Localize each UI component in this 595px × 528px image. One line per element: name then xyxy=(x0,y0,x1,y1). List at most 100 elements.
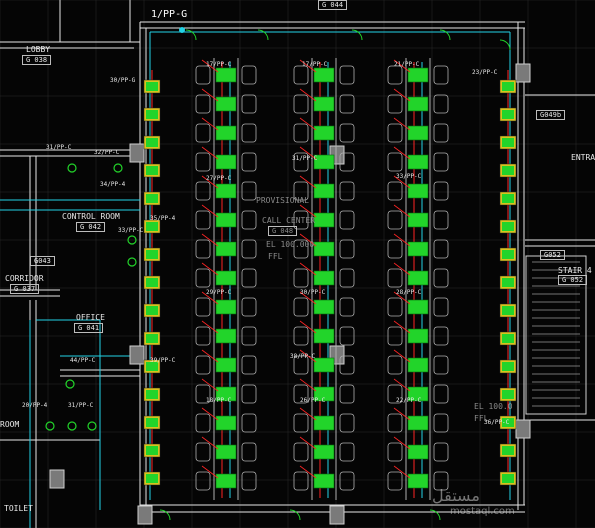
wall-outlet-face xyxy=(146,138,158,147)
desk-chair xyxy=(195,94,211,114)
level-center-line1: EL 100.000 xyxy=(266,240,315,249)
receptacle-symbol xyxy=(113,163,123,173)
g049b-tag: G049b xyxy=(536,110,566,120)
structural-column xyxy=(137,505,153,525)
floor-box-outlet xyxy=(313,67,335,83)
wall-outlet-face xyxy=(146,166,158,175)
wall-outlet-face xyxy=(146,306,158,315)
floor-box-outlet xyxy=(313,444,335,460)
wall-outlet-face xyxy=(502,278,514,287)
circuit-label: 23/PP-C xyxy=(472,69,498,76)
desk-chair xyxy=(433,442,449,462)
desk-chair xyxy=(241,471,257,491)
circuit-label: 20/PP-4 xyxy=(22,402,48,409)
floor-box-outlet xyxy=(313,270,335,286)
floor-box-outlet xyxy=(407,415,429,431)
desk-chair xyxy=(293,94,309,114)
structural-column xyxy=(129,345,145,365)
desk-chair xyxy=(387,413,403,433)
corridor-room-code: G 037 xyxy=(10,284,40,294)
floor-box-outlet xyxy=(313,415,335,431)
cad-floor-plan: 1/PP-G G 044 LOBBY G 038 CONTROL ROOM G … xyxy=(0,0,595,528)
desk-chair xyxy=(293,471,309,491)
desk-chair xyxy=(241,152,257,172)
circuit-label: 18/PP-C xyxy=(206,397,232,404)
desk-chair xyxy=(195,268,211,288)
floor-box-outlet xyxy=(313,125,335,141)
circuit-label: 32/PP-C xyxy=(94,149,120,156)
room-left-name: ROOM xyxy=(0,420,20,429)
floor-box-outlet xyxy=(407,444,429,460)
desk-chair xyxy=(241,210,257,230)
receptacle-symbol xyxy=(87,421,97,431)
floor-box-outlet xyxy=(215,67,237,83)
floor-plan-drawing xyxy=(0,0,595,528)
floor-box-outlet xyxy=(407,299,429,315)
desk-chair xyxy=(195,413,211,433)
wall-outlet-face xyxy=(146,446,158,455)
floor-box-outlet xyxy=(407,67,429,83)
wall-outlet-face xyxy=(146,334,158,343)
desk-chair xyxy=(433,210,449,230)
desk-chair xyxy=(195,123,211,143)
floor-box-outlet xyxy=(407,154,429,170)
lobby-room-name: LOBBY xyxy=(26,45,51,54)
desk-chair xyxy=(195,355,211,375)
stair-room-code: G 052 xyxy=(558,275,588,285)
desk-chair xyxy=(241,268,257,288)
desk-chair xyxy=(433,94,449,114)
wall-outlet-face xyxy=(146,194,158,203)
office-room-name: OFFICE xyxy=(76,313,105,322)
office-room-code: G 041 xyxy=(74,323,104,333)
desk-chair xyxy=(433,413,449,433)
floor-box-outlet xyxy=(313,212,335,228)
desk-chair xyxy=(339,413,355,433)
desk-chair xyxy=(387,442,403,462)
panel-marker xyxy=(179,27,185,33)
desk-chair xyxy=(195,442,211,462)
structural-column xyxy=(515,419,531,439)
floor-box-outlet xyxy=(313,473,335,489)
floor-box-outlet xyxy=(215,154,237,170)
desk-chair xyxy=(293,297,309,317)
wall-outlet-face xyxy=(502,306,514,315)
wall-outlet-face xyxy=(502,362,514,371)
desk-chair xyxy=(387,471,403,491)
floor-box-outlet xyxy=(313,328,335,344)
circuit-label: 30/PP-G xyxy=(110,77,136,84)
desk-chair xyxy=(293,123,309,143)
wall-outlet-face xyxy=(146,474,158,483)
desk-chair xyxy=(241,355,257,375)
desk-chair xyxy=(241,413,257,433)
floor-box-outlet xyxy=(215,357,237,373)
desk-chair xyxy=(339,471,355,491)
floor-box-outlet xyxy=(215,96,237,112)
level-center-line2: FFL xyxy=(268,252,283,261)
wall-outlet-face xyxy=(146,110,158,119)
door-swing xyxy=(499,39,511,51)
wall-outlet-face xyxy=(146,250,158,259)
wall-outlet-face xyxy=(502,334,514,343)
desk-chair xyxy=(387,94,403,114)
floor-box-outlet xyxy=(215,241,237,257)
floor-box-outlet xyxy=(313,183,335,199)
control-room-name: CONTROL ROOM xyxy=(62,212,120,221)
entrance-room-name: ENTRA xyxy=(571,153,595,162)
floor-box-outlet xyxy=(407,328,429,344)
desk-chair xyxy=(339,65,355,85)
floor-box-outlet xyxy=(215,473,237,489)
circuit-label: 31/PP-C xyxy=(46,144,72,151)
circuit-label: 36/PP-C xyxy=(484,419,510,426)
desk-chair xyxy=(433,297,449,317)
wall-outlet-face xyxy=(502,138,514,147)
desk-chair xyxy=(433,355,449,375)
floor-box-outlet xyxy=(407,183,429,199)
desk-chair xyxy=(195,210,211,230)
circuit-label: 44/PP-C xyxy=(70,357,96,364)
desk-chair xyxy=(339,123,355,143)
circuit-label: 31/PP-C xyxy=(68,402,94,409)
desk-chair xyxy=(387,181,403,201)
desk-chair xyxy=(387,355,403,375)
desk-chair xyxy=(433,268,449,288)
desk-chair xyxy=(387,268,403,288)
